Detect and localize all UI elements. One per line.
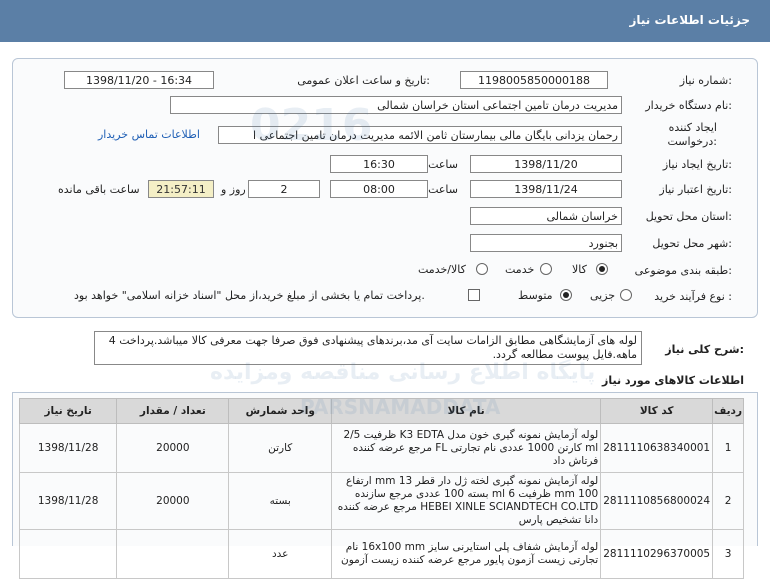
create-time-field[interactable]: 16:30 <box>330 155 428 173</box>
row-number: 1 <box>712 423 744 473</box>
item-unit: عدد <box>228 529 333 579</box>
item-name: لوله آزمایش نمونه گیری لخته ژل دار قطر 1… <box>331 472 602 530</box>
announce-datetime-field[interactable]: 1398/11/20 - 16:34 <box>64 71 214 89</box>
description-box: لوله های آزمایشگاهی مطابق الزامات سایت آ… <box>94 331 642 365</box>
item-code: 2811110638340001 <box>600 423 714 473</box>
category-label: طبقه بندی موضوعی: <box>634 264 732 277</box>
table-row[interactable]: 1 2811110638340001 لوله آزمایش نمونه گیر… <box>18 423 744 473</box>
items-table: ردیف کد کالا نام کالا واحد شمارش تعداد /… <box>18 398 744 579</box>
category-option-service: خدمت <box>505 263 535 276</box>
validity-date-field[interactable]: 1398/11/24 <box>470 180 622 198</box>
process-radio-medium[interactable] <box>560 289 572 301</box>
validity-date-label: تاریخ اعتبار نیاز: <box>659 183 732 196</box>
category-option-goods-service: کالا/خدمت <box>418 263 466 276</box>
process-radio-minor[interactable] <box>620 289 632 301</box>
need-number-label: شماره نیاز: <box>679 74 732 87</box>
validity-time-label: ساعت <box>428 183 458 196</box>
remaining-label: ساعت باقی مانده <box>58 183 140 196</box>
items-table-header: ردیف کد کالا نام کالا واحد شمارش تعداد /… <box>18 398 744 424</box>
item-unit: کارتن <box>228 423 333 473</box>
buyer-field[interactable]: مدیریت درمان تامین اجتماعی استان خراسان … <box>170 96 622 114</box>
column-header-date: تاریخ نیاز <box>18 398 118 424</box>
category-option-goods: کالا <box>572 263 587 276</box>
column-header-unit: واحد شمارش <box>228 398 333 424</box>
item-qty <box>116 529 230 579</box>
column-header-name: نام کالا <box>331 398 602 424</box>
treasury-payment-note: پرداخت تمام یا بخشی از مبلغ خرید،از محل … <box>74 289 425 302</box>
item-unit: بسته <box>228 472 333 530</box>
creator-label-line2: درخواست: <box>667 135 718 148</box>
category-radio-goods-service[interactable] <box>476 263 488 275</box>
table-row[interactable]: 2 2811110856800024 لوله آزمایش نمونه گیر… <box>18 472 744 530</box>
create-date-field[interactable]: 1398/11/20 <box>470 155 622 173</box>
days-label: روز و <box>221 183 246 196</box>
announce-label: تاریخ و ساعت اعلان عمومی: <box>297 74 430 87</box>
province-field[interactable]: خراسان شمالی <box>470 207 622 225</box>
treasury-payment-checkbox[interactable] <box>468 289 480 301</box>
item-date: 1398/11/28 <box>18 472 118 530</box>
category-radio-goods[interactable] <box>596 263 608 275</box>
item-name: لوله آزمایش نمونه گیری خون مدل K3 EDTA ظ… <box>331 423 602 473</box>
table-row[interactable]: 3 2811110296370005 لوله آزمایش شفاف پلی … <box>18 529 744 579</box>
buyer-contact-link[interactable]: اطلاعات تماس خریدار <box>98 128 200 141</box>
city-field[interactable]: بجنورد <box>470 234 622 252</box>
page-header: جزئیات اطلاعات نیاز <box>0 0 770 42</box>
category-radio-service[interactable] <box>540 263 552 275</box>
column-header-code: کد کالا <box>600 398 714 424</box>
column-header-qty: تعداد / مقدار <box>116 398 230 424</box>
remaining-time-field: 21:57:11 <box>148 180 214 198</box>
buyer-label: نام دستگاه خریدار: <box>645 99 732 112</box>
province-label: استان محل تحویل: <box>645 210 732 223</box>
items-section-title: اطلاعات کالاهای مورد نیاز <box>602 374 744 387</box>
creator-label-line1: ایجاد کننده <box>668 121 717 134</box>
item-date <box>18 529 118 579</box>
creator-field[interactable]: رحمان یزدانی بایگان مالی بیمارستان ثامن … <box>218 126 622 144</box>
process-label: نوع فرآیند خرید : <box>654 290 732 303</box>
item-code: 2811110856800024 <box>600 472 714 530</box>
need-number-field[interactable]: 1198005850000188 <box>460 71 608 89</box>
create-time-label: ساعت <box>428 158 458 171</box>
item-name: لوله آزمایش شفاف پلی استایرنی سایز 16x10… <box>331 529 602 579</box>
item-date: 1398/11/28 <box>18 423 118 473</box>
item-qty: 20000 <box>116 472 230 530</box>
city-label: شهر محل تحویل: <box>652 237 732 250</box>
page-title: جزئیات اطلاعات نیاز <box>629 13 750 27</box>
row-number: 3 <box>712 529 744 579</box>
item-qty: 20000 <box>116 423 230 473</box>
validity-time-field[interactable]: 08:00 <box>330 180 428 198</box>
process-option-medium: متوسط <box>518 289 553 302</box>
remaining-days-field[interactable]: 2 <box>248 180 320 198</box>
row-number: 2 <box>712 472 744 530</box>
process-option-minor: جزیی <box>590 289 616 302</box>
item-code: 2811110296370005 <box>600 529 714 579</box>
column-header-row: ردیف <box>712 398 744 424</box>
create-date-label: تاریخ ایجاد نیاز: <box>662 158 732 171</box>
description-label: شرح کلی نیاز: <box>665 343 744 356</box>
